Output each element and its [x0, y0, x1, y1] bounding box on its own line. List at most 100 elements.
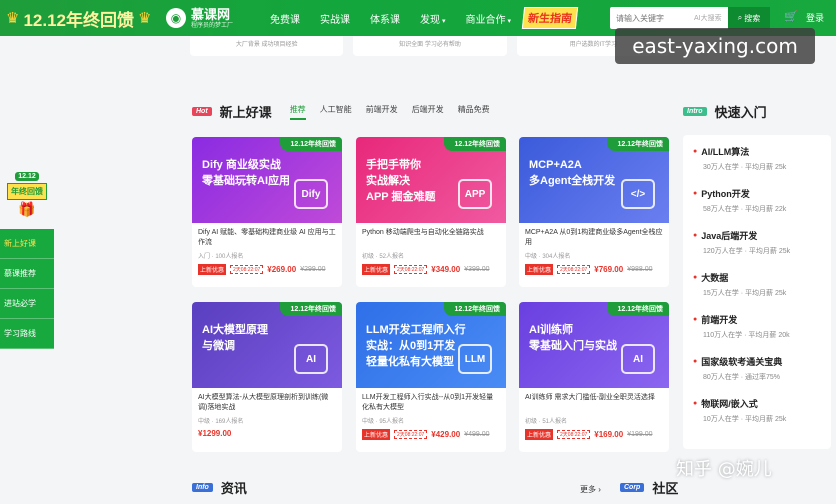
float-item-must-learn[interactable]: 进站必学 [0, 289, 54, 319]
course-icon: Dify [294, 179, 328, 209]
countdown: 2天08:22:07 [394, 430, 428, 439]
ai-search-tag[interactable]: AI大搜索 [694, 13, 722, 23]
quick-start-title: 快速入门 [714, 105, 767, 120]
countdown: 2天08:22:07 [394, 265, 428, 274]
course-title[interactable]: AI大模型算法-从大模型原理剖析到训练(微调)落地实战 [198, 393, 336, 413]
corp-tag: Corp [620, 483, 645, 492]
course-meta: 初级 · 52人报名 [362, 254, 405, 260]
tab-ai[interactable]: 人工智能 [320, 104, 352, 120]
community-title: 社区 [652, 481, 679, 496]
nav-practical-courses[interactable]: 实战课 [310, 11, 360, 26]
course-title[interactable]: LLM开发工程师入行实战--从0到1开发轻量化私有大模型 [362, 393, 500, 413]
promo-banner[interactable]: ♛ 12.12年终回馈 ♛ [0, 6, 160, 31]
track-name: 物联网/嵌入式 [701, 399, 758, 409]
nav-discover[interactable]: 发现 ▾ [410, 11, 456, 26]
track-stats: 58万人在学 · 平均月薪 22k [703, 206, 787, 213]
cart-icon[interactable]: 🛒 [784, 10, 798, 23]
search-button[interactable]: ⌕ 搜索 [728, 7, 770, 29]
discount-badge: 上新优惠 [362, 264, 391, 275]
nav-business[interactable]: 商业合作 ▾ [456, 11, 522, 26]
quick-start-item[interactable]: ● Java后端开发 120万人在学 · 平均月薪 25k [693, 229, 831, 271]
nav-system-courses[interactable]: 体系课 [360, 11, 410, 26]
course-banner[interactable]: 12.12年终回馈 Dify 商业级实战 零基础玩转AI应用 Dify [192, 137, 342, 223]
promo-text: 12.12年终回馈 [23, 10, 134, 30]
discount-badge: 上新优惠 [362, 429, 391, 440]
current-price: ¥1299.00 [198, 429, 232, 438]
newbie-guide-button[interactable]: 新生指南 [521, 7, 579, 29]
more-link[interactable]: 更多 › [580, 484, 601, 495]
course-icon: LLM [458, 344, 492, 374]
course-card[interactable]: 12.12年终回馈 AI大模型原理 与微调 AI AI大模型算法-从大模型原理剖… [192, 302, 342, 452]
tab-frontend[interactable]: 前端开发 [366, 104, 398, 120]
course-icon: </> [621, 179, 655, 209]
course-banner[interactable]: 12.12年终回馈 AI训练师 零基础入门与实战 AI [519, 302, 669, 388]
float-year: 12.12 [15, 172, 39, 181]
course-title[interactable]: Dify AI 赋能、零基础构建商业级 AI 应用与工作流 [198, 228, 336, 248]
promo-ribbon: 12.12年终回馈 [444, 302, 506, 316]
discount-badge: 上新优惠 [525, 264, 554, 275]
discount-badge: 上新优惠 [198, 264, 227, 275]
float-item-recommend[interactable]: 慕课推荐 [0, 259, 54, 289]
original-price: ¥499.00 [464, 431, 490, 438]
price-row: 上新优惠 2天08:22:07 ¥769.00 ¥988.00 [525, 264, 663, 275]
float-item-learning-path[interactable]: 学习路线 [0, 319, 54, 349]
logo-slogan: 程序员的梦工厂 [191, 22, 234, 29]
search-button-label: 搜索 [744, 13, 761, 23]
track-name: 国家级软考通关宝典 [701, 357, 783, 367]
course-banner[interactable]: 12.12年终回馈 手把手带你 实战解决 APP 掘金难题 APP [356, 137, 506, 223]
tab-free[interactable]: 精品免费 [458, 104, 490, 120]
hot-dot-icon: ● [693, 358, 698, 365]
quick-start-item[interactable]: ● Python开发 58万人在学 · 平均月薪 22k [693, 187, 831, 229]
search-input[interactable] [610, 13, 690, 23]
promo-ribbon: 12.12年终回馈 [280, 302, 342, 316]
course-title[interactable]: AI训练师 需求大门槛低-副业全职灵活选择 [525, 393, 663, 413]
intro-tag: Intro [683, 107, 707, 116]
discount-badge: 上新优惠 [525, 429, 554, 440]
current-price: ¥169.00 [594, 430, 624, 439]
float-promo[interactable]: 12.12 年终回馈 🎁 [0, 170, 54, 225]
price-row: 上新优惠 2天08:22:07 ¥169.00 ¥199.00 [525, 429, 663, 440]
quick-start-item[interactable]: ● 物联网/嵌入式 10万人在学 · 平均月薪 25k [693, 397, 831, 439]
course-title[interactable]: MCP+A2A 从0到1构建商业级多Agent全栈应用 [525, 228, 663, 248]
course-banner[interactable]: 12.12年终回馈 LLM开发工程师入行 实战：从0到1开发 轻量化私有大模型 … [356, 302, 506, 388]
course-title[interactable]: Python 移动端爬虫与自动化全链路实战 [362, 228, 500, 248]
tab-backend[interactable]: 后端开发 [412, 104, 444, 120]
quick-start-item[interactable]: ● AI/LLM算法 30万人在学 · 平均月薪 25k [693, 145, 831, 187]
crown-icon: ♛ [6, 10, 20, 27]
promo-ribbon: 12.12年终回馈 [444, 137, 506, 151]
course-card[interactable]: 12.12年终回馈 LLM开发工程师入行 实战：从0到1开发 轻量化私有大模型 … [356, 302, 506, 452]
login-link[interactable]: 登录 [806, 11, 824, 24]
course-banner[interactable]: 12.12年终回馈 MCP+A2A 多Agent全栈开发 </> [519, 137, 669, 223]
course-banner[interactable]: 12.12年终回馈 AI大模型原理 与微调 AI [192, 302, 342, 388]
flame-logo-icon: ◉ [166, 8, 186, 28]
nav-free-courses[interactable]: 免费课 [260, 11, 310, 26]
quick-start-item[interactable]: ● 国家级软考通关宝典 80万人在学 · 通过率75% [693, 355, 831, 397]
track-stats: 110万人在学 · 平均月薪 20k [703, 332, 790, 339]
tab-recommend[interactable]: 推荐 [289, 104, 306, 120]
track-name: 前端开发 [701, 315, 738, 325]
chevron-down-icon: ▾ [507, 17, 512, 25]
prev-cell: 大厂背景 成功项目经验 [190, 36, 344, 56]
quick-start-item[interactable]: ● 前端开发 110万人在学 · 平均月薪 20k [693, 313, 831, 355]
course-meta: 中级 · 304人报名 [525, 254, 571, 260]
hot-tag: Hot [192, 107, 212, 116]
gift-icon: 🎁 [18, 201, 36, 217]
chevron-down-icon: ▾ [442, 17, 446, 25]
course-card[interactable]: 12.12年终回馈 MCP+A2A 多Agent全栈开发 </> MCP+A2A… [519, 137, 669, 287]
banner-text: AI训练师 零基础入门与实战 [529, 324, 617, 352]
course-card[interactable]: 12.12年终回馈 手把手带你 实战解决 APP 掘金难题 APP Python… [356, 137, 506, 287]
nav-business-label: 商业合作 [465, 14, 506, 26]
float-banner: 年终回馈 [7, 183, 47, 200]
promo-ribbon: 12.12年终回馈 [607, 302, 669, 316]
promo-ribbon: 12.12年终回馈 [280, 137, 342, 151]
course-card[interactable]: 12.12年终回馈 AI训练师 零基础入门与实战 AI AI训练师 需求大门槛低… [519, 302, 669, 452]
countdown: 2天08:22:07 [230, 265, 264, 274]
site-logo[interactable]: ◉ 慕课网 程序员的梦工厂 [166, 8, 250, 29]
current-price: ¥269.00 [267, 265, 297, 274]
float-item-new-courses[interactable]: 新上好课 [0, 229, 54, 259]
banner-text: 手把手带你 实战解决 APP 掘金难题 [366, 159, 436, 203]
course-card[interactable]: 12.12年终回馈 Dify 商业级实战 零基础玩转AI应用 Dify Dify… [192, 137, 342, 287]
quick-start-item[interactable]: ● 大数据 15万人在学 · 平均月薪 25k [693, 271, 831, 313]
hot-dot-icon: ● [693, 148, 698, 155]
hot-dot-icon: ● [693, 274, 698, 281]
